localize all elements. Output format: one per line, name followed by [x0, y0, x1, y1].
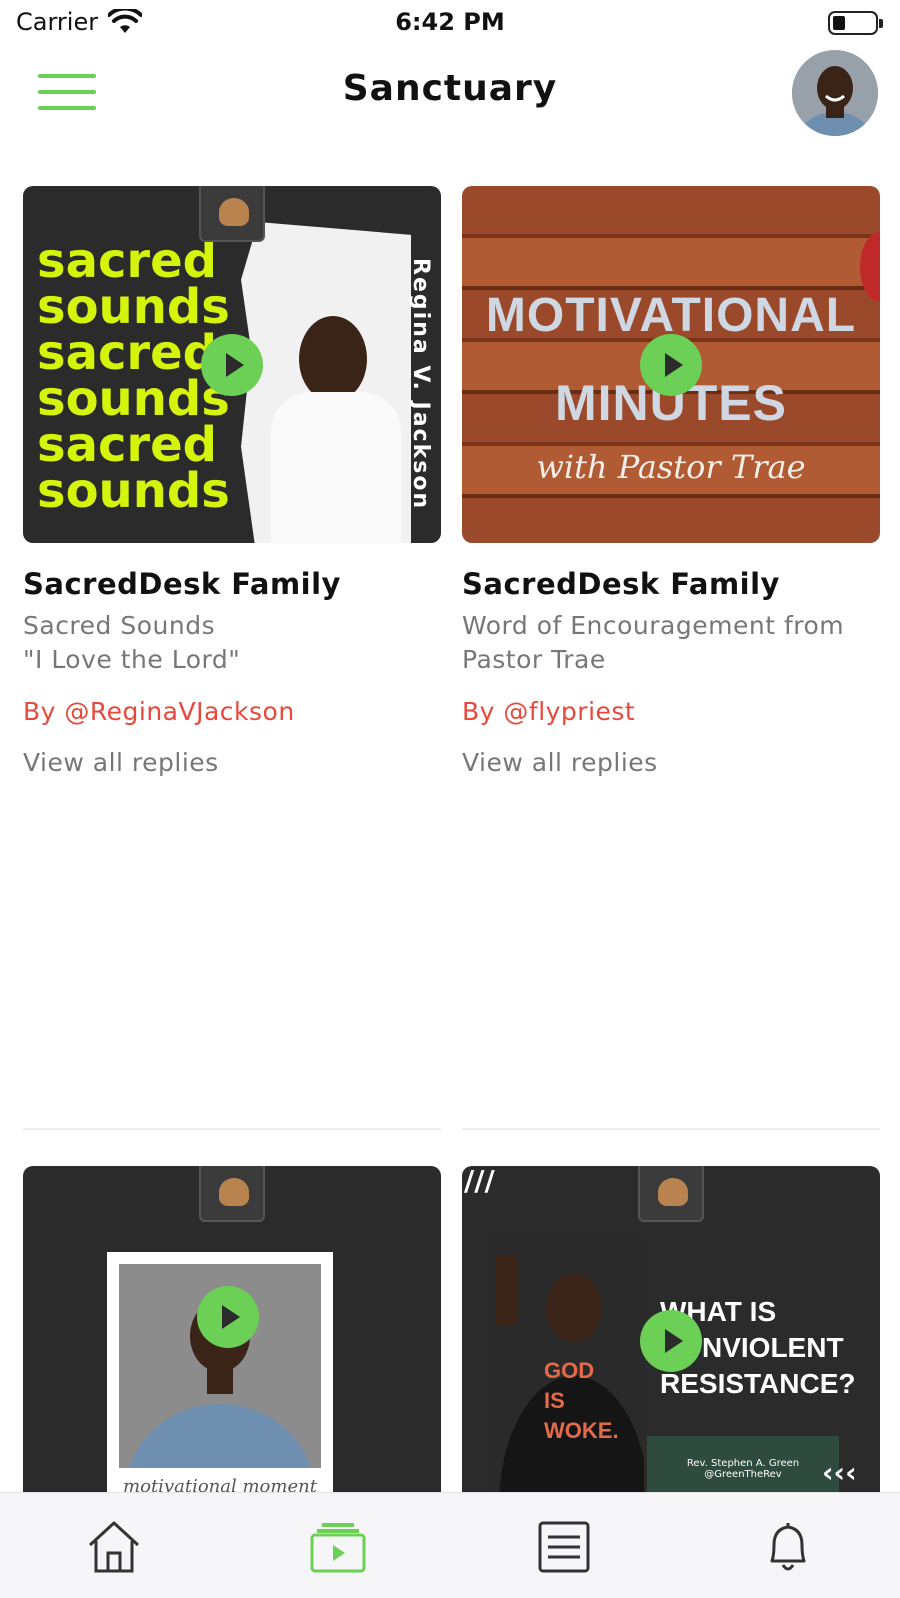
- play-button[interactable]: [197, 1286, 259, 1348]
- list-icon: [538, 1521, 590, 1573]
- artwork-credit: Rev. Stephen A. Green @GreenTheRev: [647, 1436, 839, 1496]
- play-button[interactable]: [640, 1310, 702, 1372]
- post-thumbnail[interactable]: sacred sounds sacred sounds sacred sound…: [23, 186, 441, 543]
- artwork-chevrons: ‹‹‹: [822, 1456, 857, 1489]
- post-card[interactable]: /// GOD IS WOKE. WHAT IS NONVIOLENT RESI…: [462, 1166, 880, 1496]
- praise-hands-icon: [638, 1166, 704, 1222]
- tab-videos[interactable]: [310, 1519, 366, 1575]
- artwork-side-name: Regina V. Jackson: [408, 258, 433, 511]
- shirt-text: GOD IS WOKE.: [544, 1358, 619, 1443]
- artwork-shirt: [271, 392, 401, 543]
- artwork-chevrons: ///: [464, 1166, 495, 1197]
- video-library-icon: [310, 1523, 366, 1573]
- post-author-link[interactable]: By @flypriest: [462, 697, 880, 726]
- view-replies-link[interactable]: View all replies: [462, 748, 880, 777]
- artwork-script: with Pastor Trae: [536, 448, 806, 486]
- play-button[interactable]: [201, 334, 263, 396]
- divider: [23, 1128, 441, 1130]
- artwork-photo: GOD IS WOKE.: [490, 1236, 649, 1496]
- post-card[interactable]: MOTIVATIONAL MINUTES with Pastor Trae Sa…: [462, 186, 880, 777]
- post-thumbnail[interactable]: /// GOD IS WOKE. WHAT IS NONVIOLENT RESI…: [462, 1166, 880, 1496]
- praise-hands-icon: [199, 1166, 265, 1222]
- page-title: Sanctuary: [342, 68, 558, 109]
- post-title: SacredDesk Family: [23, 567, 341, 601]
- tab-list[interactable]: [536, 1519, 592, 1575]
- tab-home[interactable]: [86, 1519, 142, 1575]
- post-description: Word of Encouragement from Pastor Trae: [462, 611, 845, 674]
- status-time: 6:42 PM: [395, 8, 505, 36]
- post-card[interactable]: motivational moment: [23, 1166, 441, 1496]
- divider: [462, 1128, 880, 1130]
- post-thumbnail[interactable]: MOTIVATIONAL MINUTES with Pastor Trae: [462, 186, 880, 543]
- tab-notifications[interactable]: [760, 1519, 816, 1575]
- play-button[interactable]: [640, 334, 702, 396]
- battery-icon: [828, 11, 883, 35]
- bottom-tab-bar: [0, 1492, 900, 1598]
- view-replies-link[interactable]: View all replies: [23, 748, 441, 777]
- bell-icon: [770, 1523, 806, 1571]
- post-author-link[interactable]: By @ReginaVJackson: [23, 697, 441, 726]
- post-title: SacredDesk Family: [462, 567, 780, 601]
- status-bar: Carrier 6:42 PM: [0, 0, 900, 48]
- artwork-text: sacred sounds sacred sounds sacred sound…: [37, 233, 230, 519]
- artwork-person: [299, 316, 367, 402]
- home-icon: [88, 1521, 140, 1573]
- post-thumbnail[interactable]: motivational moment: [23, 1166, 441, 1496]
- post-description: Sacred Sounds "I Love the Lord": [23, 611, 241, 674]
- avatar[interactable]: [792, 50, 878, 136]
- post-card[interactable]: sacred sounds sacred sounds sacred sound…: [23, 186, 441, 777]
- praise-hands-icon: [199, 186, 265, 242]
